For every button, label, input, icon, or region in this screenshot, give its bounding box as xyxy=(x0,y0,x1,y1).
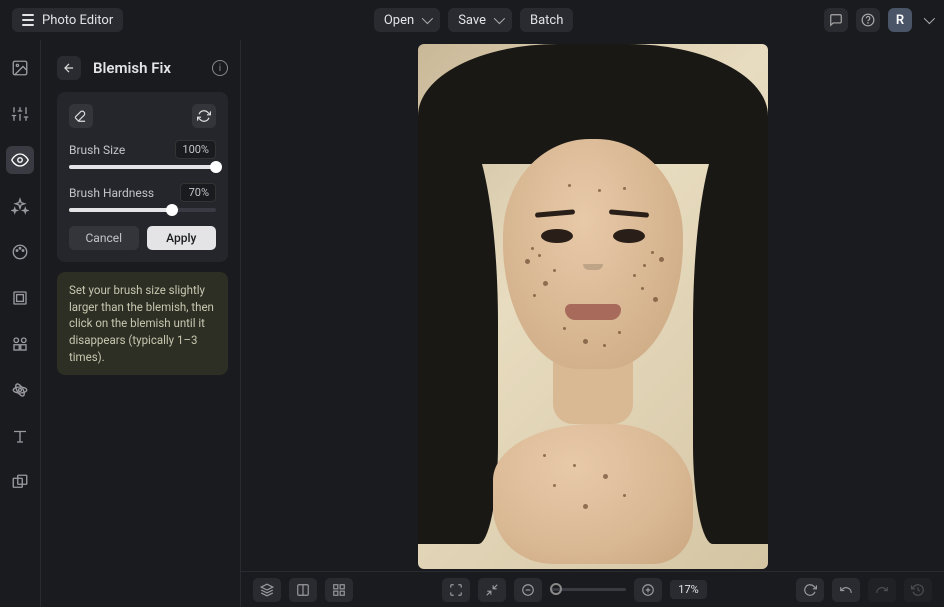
grid-icon xyxy=(332,583,346,597)
zoom-slider[interactable] xyxy=(550,588,626,591)
refresh-icon xyxy=(197,109,211,123)
zoom-out-button[interactable] xyxy=(514,578,542,602)
open-label: Open xyxy=(384,13,414,28)
chevron-down-icon xyxy=(422,13,433,24)
zoom-value[interactable]: 17% xyxy=(670,580,706,599)
brush-size-value[interactable]: 100% xyxy=(175,140,216,159)
help-icon xyxy=(861,13,875,27)
sidebar-item-effects[interactable] xyxy=(6,376,34,404)
sparkles-icon xyxy=(11,197,29,215)
comment-icon xyxy=(829,13,843,27)
brush-size-slider[interactable] xyxy=(69,165,216,169)
atom-icon xyxy=(11,381,29,399)
batch-button[interactable]: Batch xyxy=(520,8,573,32)
maximize-icon xyxy=(449,583,463,597)
layers-button[interactable] xyxy=(253,578,281,602)
app-menu-button[interactable]: Photo Editor xyxy=(12,8,123,32)
sidebar-item-frame[interactable] xyxy=(6,284,34,312)
sliders-icon xyxy=(11,105,29,123)
help-button[interactable] xyxy=(856,8,880,32)
text-icon xyxy=(11,427,29,445)
eye-icon xyxy=(11,151,29,169)
tip-box: Set your brush size slightly larger than… xyxy=(57,272,228,375)
overlay-icon xyxy=(11,473,29,491)
sidebar-item-image[interactable] xyxy=(6,54,34,82)
redo-button[interactable] xyxy=(868,578,896,602)
blemish-card: Brush Size 100% Brush Hardness 70% Cance… xyxy=(57,92,228,262)
plus-circle-icon xyxy=(641,583,655,597)
palette-icon xyxy=(11,243,29,261)
sidebar-item-elements[interactable] xyxy=(6,330,34,358)
photo xyxy=(418,44,768,569)
minimize-icon xyxy=(485,583,499,597)
sidebar-item-text[interactable] xyxy=(6,422,34,450)
compare-icon xyxy=(296,583,310,597)
sidebar-item-adjust[interactable] xyxy=(6,100,34,128)
back-button[interactable] xyxy=(57,56,81,80)
frame-icon xyxy=(11,289,29,307)
app-title: Photo Editor xyxy=(42,13,113,28)
sidebar-item-overlay[interactable] xyxy=(6,468,34,496)
save-button[interactable]: Save xyxy=(448,8,512,32)
grid-button[interactable] xyxy=(325,578,353,602)
brush-hardness-label: Brush Hardness xyxy=(69,186,154,200)
image-icon xyxy=(11,59,29,77)
sidebar-item-retouch[interactable] xyxy=(6,146,34,174)
cancel-button[interactable]: Cancel xyxy=(69,226,139,250)
panel-title: Blemish Fix xyxy=(93,59,200,77)
avatar[interactable]: R xyxy=(888,8,912,32)
sidebar-item-ai[interactable] xyxy=(6,192,34,220)
canvas-area[interactable] xyxy=(241,40,944,607)
save-label: Save xyxy=(458,13,486,28)
layers-icon xyxy=(260,583,274,597)
zoom-in-button[interactable] xyxy=(634,578,662,602)
open-button[interactable]: Open xyxy=(374,8,440,32)
chevron-down-icon[interactable] xyxy=(924,13,935,24)
batch-label: Batch xyxy=(530,13,563,28)
undo-button[interactable] xyxy=(832,578,860,602)
compare-button[interactable] xyxy=(289,578,317,602)
bottom-bar: 17% xyxy=(241,571,944,607)
brush-hardness-value[interactable]: 70% xyxy=(180,183,216,202)
info-button[interactable]: i xyxy=(212,60,228,76)
eraser-icon xyxy=(74,109,88,123)
chevron-down-icon xyxy=(494,13,505,24)
fullscreen-button[interactable] xyxy=(442,578,470,602)
shapes-icon xyxy=(11,335,29,353)
tools-sidebar xyxy=(0,40,41,607)
redo-icon xyxy=(875,583,889,597)
fitscreen-button[interactable] xyxy=(478,578,506,602)
arrow-left-icon xyxy=(62,61,76,75)
comment-button[interactable] xyxy=(824,8,848,32)
cancel-label: Cancel xyxy=(85,231,122,245)
sidebar-item-color[interactable] xyxy=(6,238,34,266)
menu-icon xyxy=(22,14,34,26)
tool-panel: Blemish Fix i Brush Size 100% Br xyxy=(41,40,241,607)
history-icon xyxy=(911,583,925,597)
brush-size-label: Brush Size xyxy=(69,143,125,157)
reset-button[interactable] xyxy=(192,104,216,128)
rotate-button[interactable] xyxy=(796,578,824,602)
rotate-icon xyxy=(803,583,817,597)
history-button[interactable] xyxy=(904,578,932,602)
avatar-initial: R xyxy=(896,13,904,28)
undo-icon xyxy=(839,583,853,597)
apply-label: Apply xyxy=(166,231,196,245)
minus-circle-icon xyxy=(521,583,535,597)
brush-hardness-slider[interactable] xyxy=(69,208,216,212)
eraser-button[interactable] xyxy=(69,104,93,128)
apply-button[interactable]: Apply xyxy=(147,226,217,250)
